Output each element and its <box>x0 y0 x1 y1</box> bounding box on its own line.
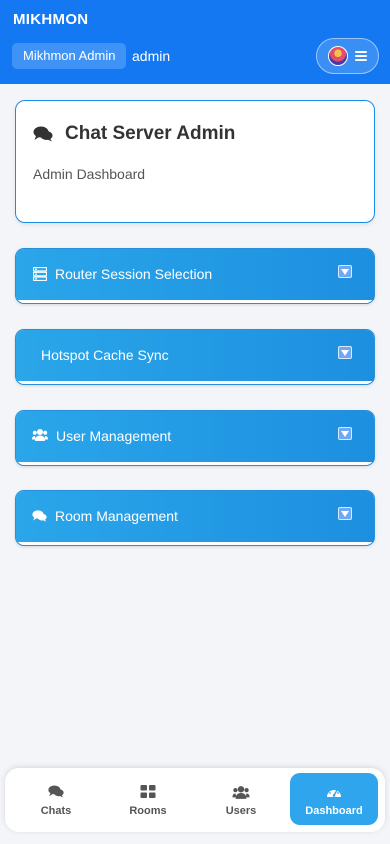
app-brand: MIKHMON <box>13 11 89 28</box>
avatar-icon <box>328 46 348 66</box>
chevron-down-icon[interactable] <box>338 507 352 520</box>
gauge-icon <box>327 787 341 797</box>
users-icon <box>32 429 48 441</box>
top-bar: MIKHMON Mikhmon Admin admin <box>0 0 390 84</box>
nav-label: Dashboard <box>305 805 363 817</box>
nav-chats[interactable]: Chats <box>12 773 100 825</box>
nav-users[interactable]: Users <box>197 773 285 825</box>
menu-button[interactable] <box>316 38 379 74</box>
page-subtitle: Admin Dashboard <box>33 166 146 182</box>
nav-dashboard[interactable]: Dashboard <box>290 773 378 825</box>
chevron-down-icon[interactable] <box>338 346 352 359</box>
hamburger-icon <box>355 51 367 61</box>
chevron-down-icon[interactable] <box>338 427 352 440</box>
comments-icon <box>33 126 53 142</box>
section-label: Hotspot Cache Sync <box>41 347 169 363</box>
section-user-management[interactable]: User Management <box>15 410 375 466</box>
section-header[interactable]: Room Management <box>16 491 374 542</box>
comments-icon <box>48 785 64 798</box>
nav-label: Users <box>225 805 257 817</box>
server-icon <box>33 267 47 281</box>
dashboard-title-card: Chat Server Admin Admin Dashboard <box>15 100 375 223</box>
section-label: Room Management <box>55 508 178 524</box>
section-router-session[interactable]: Router Session Selection <box>15 248 375 304</box>
nav-label: Rooms <box>129 805 167 817</box>
section-label: User Management <box>56 428 172 444</box>
comments-icon <box>32 510 47 522</box>
section-label: Router Session Selection <box>55 266 213 282</box>
section-hotspot-cache[interactable]: Hotspot Cache Sync <box>15 329 375 385</box>
section-header[interactable]: User Management <box>16 411 374 462</box>
section-header[interactable]: Router Session Selection <box>16 249 374 300</box>
nav-rooms[interactable]: Rooms <box>104 773 192 825</box>
grid-icon <box>140 785 156 798</box>
admin-role-chip[interactable]: Mikhmon Admin <box>12 43 127 69</box>
section-header[interactable]: Hotspot Cache Sync <box>16 330 374 381</box>
users-icon <box>232 786 250 799</box>
bottom-navigation: Chats Rooms Users Dashboard <box>5 768 385 832</box>
section-room-management[interactable]: Room Management <box>15 490 375 546</box>
chevron-down-icon[interactable] <box>338 265 352 278</box>
page-title: Chat Server Admin <box>65 123 236 144</box>
nav-label: Chats <box>40 805 72 817</box>
username-label: admin <box>132 48 171 64</box>
